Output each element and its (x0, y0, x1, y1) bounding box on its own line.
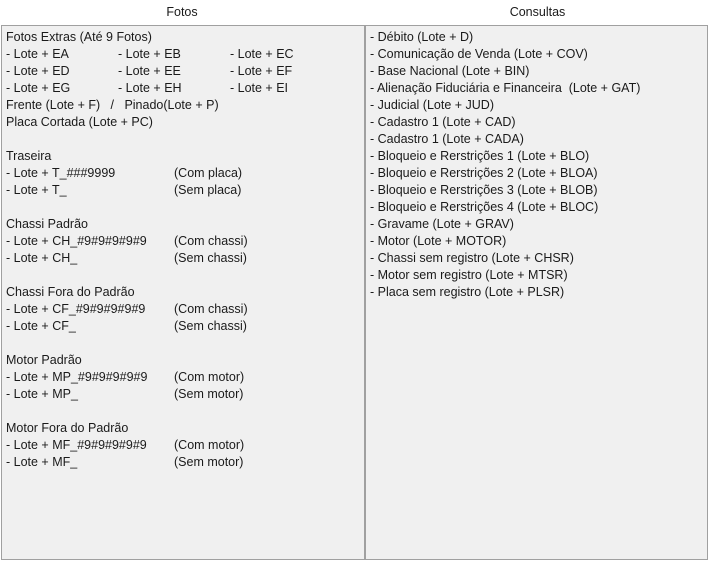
section-row: - Lote + CF_ (Sem chassi) (6, 318, 362, 335)
section-row-desc: (Com motor) (174, 370, 245, 384)
consulta-item: - Comunicação de Venda (Lote + COV) (370, 47, 588, 61)
section-row: - Lote + MF_#9#9#9#9#9 (Com motor) (6, 437, 362, 454)
fotos-extras-code: - Lote + ED (6, 64, 70, 78)
fotos-extras-code: - Lote + EH (118, 81, 182, 95)
consulta-item: - Judicial (Lote + JUD) (370, 98, 494, 112)
consulta-item: - Bloqueio e Rerstrições 4 (Lote + BLOC) (370, 200, 599, 214)
consulta-item: - Motor (Lote + MOTOR) (370, 234, 507, 248)
fotos-extras-code: - Lote + EI (230, 81, 289, 95)
section-row-desc: (Sem chassi) (174, 251, 247, 265)
column-headers: Fotos Consultas (0, 0, 709, 24)
section-row: - Lote + CF_#9#9#9#9#9 (Com chassi) (6, 301, 362, 318)
section-row: - Lote + T_ (Sem placa) (6, 182, 362, 199)
fotos-extras-code: - Lote + EA (6, 47, 69, 61)
section-title-motor-fora-do-padrao: Motor Fora do Padrão (6, 421, 129, 435)
section-title-chassi-padrao: Chassi Padrão (6, 217, 88, 231)
section-row-desc: (Com placa) (174, 166, 243, 180)
consulta-item: - Alienação Fiduciária e Financeira (Lot… (370, 81, 641, 95)
section-row-code: - Lote + T_ (6, 183, 67, 197)
consulta-item: - Motor sem registro (Lote + MTSR) (370, 268, 568, 282)
section-row-code: - Lote + CH_#9#9#9#9#9 (6, 234, 147, 248)
section-row-desc: (Sem placa) (174, 183, 242, 197)
section-row: - Lote + CH_#9#9#9#9#9 (Com chassi) (6, 233, 362, 250)
section-row-code: - Lote + T_###9999 (6, 166, 116, 180)
section-title-chassi-fora-do-padrao: Chassi Fora do Padrão (6, 285, 135, 299)
consulta-item: - Bloqueio e Rerstrições 2 (Lote + BLOA) (370, 166, 598, 180)
fotos-extras-code: - Lote + EC (230, 47, 294, 61)
consultas-list: - Débito (Lote + D) - Comunicação de Ven… (370, 29, 705, 301)
section-row-code: - Lote + CH_ (6, 251, 78, 265)
section-row-code: - Lote + MP_#9#9#9#9#9 (6, 370, 148, 384)
fotos-extras-title: Fotos Extras (Até 9 Fotos) (6, 30, 152, 44)
fotos-extras-code: - Lote + EE (118, 64, 181, 78)
consultas-column-header: Consultas (509, 5, 566, 19)
consultas-text-panel[interactable]: - Débito (Lote + D) - Comunicação de Ven… (365, 25, 708, 560)
consulta-item: - Débito (Lote + D) (370, 30, 474, 44)
section-row: - Lote + MP_#9#9#9#9#9 (Com motor) (6, 369, 362, 386)
frente-pinado-line: Frente (Lote + F) / Pinado(Lote + P) (6, 98, 219, 112)
consulta-item: - Bloqueio e Rerstrições 1 (Lote + BLO) (370, 149, 590, 163)
fotos-extras-row: - Lote + ED - Lote + EE - Lote + EF (6, 63, 362, 80)
section-row: - Lote + MF_ (Sem motor) (6, 454, 362, 471)
section-title-motor-padrao: Motor Padrão (6, 353, 82, 367)
section-row-code: - Lote + CF_ (6, 319, 76, 333)
consulta-item: - Chassi sem registro (Lote + CHSR) (370, 251, 574, 265)
fotos-extras-row: - Lote + EA - Lote + EB - Lote + EC (6, 46, 362, 63)
fotos-extras-row: - Lote + EG - Lote + EH - Lote + EI (6, 80, 362, 97)
section-row-desc: (Com motor) (174, 438, 245, 452)
consulta-item: - Cadastro 1 (Lote + CAD) (370, 115, 516, 129)
section-title-traseira: Traseira (6, 149, 52, 163)
consulta-item: - Cadastro 1 (Lote + CADA) (370, 132, 524, 146)
section-row-desc: (Com chassi) (174, 302, 248, 316)
section-row-desc: (Com chassi) (174, 234, 248, 248)
section-row: - Lote + T_###9999 (Com placa) (6, 165, 362, 182)
fotos-extras-code: - Lote + EG (6, 81, 71, 95)
fotos-text-content: Fotos Extras (Até 9 Fotos) - Lote + EA -… (6, 29, 362, 471)
fotos-column-header: Fotos (166, 5, 198, 19)
fotos-extras-code: - Lote + EB (118, 47, 181, 61)
section-row-code: - Lote + MF_ (6, 455, 78, 469)
consulta-item: - Placa sem registro (Lote + PLSR) (370, 285, 565, 299)
consulta-item: - Gravame (Lote + GRAV) (370, 217, 514, 231)
section-row-code: - Lote + MP_ (6, 387, 78, 401)
consulta-item: - Base Nacional (Lote + BIN) (370, 64, 530, 78)
section-row-code: - Lote + MF_#9#9#9#9#9 (6, 438, 147, 452)
section-row: - Lote + CH_ (Sem chassi) (6, 250, 362, 267)
fotos-text-panel[interactable]: Fotos Extras (Até 9 Fotos) - Lote + EA -… (1, 25, 365, 560)
consulta-item: - Bloqueio e Rerstrições 3 (Lote + BLOB) (370, 183, 598, 197)
section-row-code: - Lote + CF_#9#9#9#9#9 (6, 302, 146, 316)
placa-cortada-line: Placa Cortada (Lote + PC) (6, 115, 153, 129)
fotos-extras-code: - Lote + EF (230, 64, 293, 78)
section-row-desc: (Sem chassi) (174, 319, 247, 333)
section-row-desc: (Sem motor) (174, 387, 244, 401)
section-row: - Lote + MP_ (Sem motor) (6, 386, 362, 403)
section-row-desc: (Sem motor) (174, 455, 244, 469)
